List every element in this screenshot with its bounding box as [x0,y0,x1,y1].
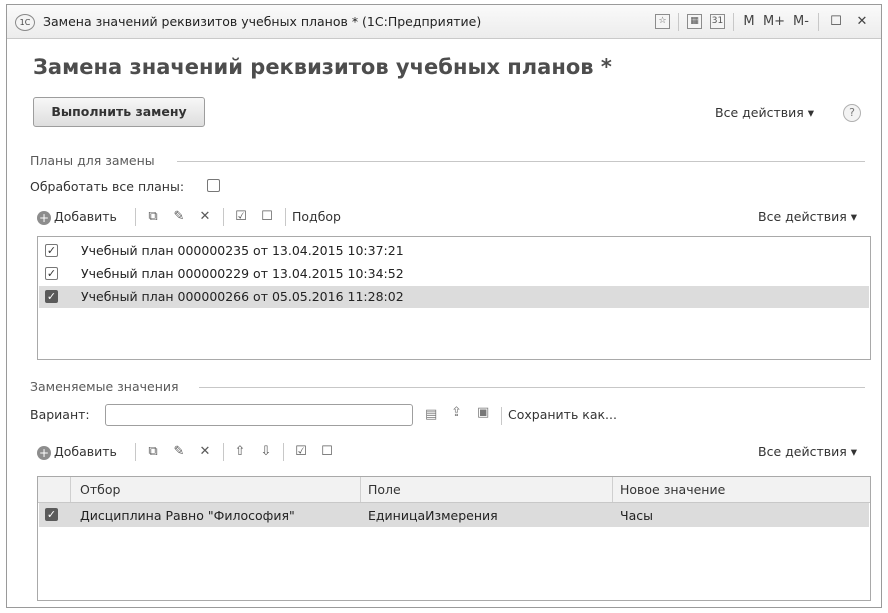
table-header: Отбор Поле Новое значение [38,477,870,503]
column-header-field[interactable]: Поле [368,482,401,497]
save-icon[interactable]: ▣ [477,405,489,420]
toolbar-divider [283,443,284,461]
form-all-actions-menu[interactable]: Все действия ▾ [715,105,814,120]
move-down-icon[interactable]: ⇩ [256,441,276,463]
copy-icon[interactable]: ⧉ [143,441,163,463]
add-icon: + [37,445,51,460]
replace-all-actions-menu[interactable]: Все действия ▾ [758,444,857,459]
toolbar-divider [223,443,224,461]
list-item[interactable]: Учебный план 000000229 от 13.04.2015 10:… [39,263,869,285]
replace-add-button[interactable]: + Добавить [37,441,129,463]
uncheck-all-icon[interactable]: ☐ [317,441,337,463]
calculator-icon[interactable]: ▦ [687,14,702,29]
copy-icon[interactable]: ⧉ [143,206,163,228]
plan-label: Учебный план 000000266 от 05.05.2016 11:… [81,289,404,304]
group-divider [177,161,865,162]
group-divider [199,387,865,388]
uncheck-all-icon[interactable]: ☐ [257,206,277,228]
titlebar-divider [733,13,734,31]
add-icon: + [37,210,51,225]
list-item[interactable]: Учебный план 000000266 от 05.05.2016 11:… [39,286,869,308]
titlebar-divider [678,13,679,31]
open-settings-icon[interactable]: ⇪ [451,405,462,420]
toolbar-divider [501,407,502,425]
save-as-button[interactable]: Сохранить как... [508,407,617,422]
toolbar-divider [223,208,224,226]
plan-checkbox[interactable] [45,244,58,257]
memory-add-button[interactable]: M+ [762,11,786,32]
process-all-label: Обработать все планы: [30,179,185,194]
calendar-icon[interactable]: 31 [710,14,725,29]
process-all-checkbox[interactable] [207,179,220,192]
plans-add-button[interactable]: + Добавить [37,206,129,228]
document-icon[interactable]: ▤ [425,407,437,422]
app-window: 1С Замена значений реквизитов учебных пл… [6,4,882,608]
variant-label: Вариант: [30,407,90,422]
replace-group-title: Заменяемые значения [30,379,179,394]
column-header-filter[interactable]: Отбор [80,482,120,497]
edit-icon[interactable]: ✎ [169,441,189,463]
replace-table[interactable]: Отбор Поле Новое значение Дисциплина Рав… [37,476,871,601]
list-item[interactable]: Учебный план 000000235 от 13.04.2015 10:… [39,240,869,262]
title-bar: 1С Замена значений реквизитов учебных пл… [7,5,881,39]
move-up-icon[interactable]: ⇧ [230,441,250,463]
plan-label: Учебный план 000000229 от 13.04.2015 10:… [81,266,404,281]
column-divider [612,477,613,502]
help-icon[interactable]: ? [843,104,861,122]
variant-field[interactable] [105,404,413,426]
plans-all-actions-menu[interactable]: Все действия ▾ [758,209,857,224]
form-heading: Замена значений реквизитов учебных плано… [33,55,612,79]
cell-field: ЕдиницаИзмерения [368,508,498,523]
row-checkbox[interactable] [45,508,58,521]
bookmark-icon[interactable]: ☆ [655,14,670,29]
plans-group-title: Планы для замены [30,153,155,168]
plan-checkbox[interactable] [45,267,58,280]
column-divider [360,477,361,502]
check-all-icon[interactable]: ☑ [291,441,311,463]
close-icon[interactable]: ✕ [853,11,871,32]
column-divider [70,477,71,502]
check-all-icon[interactable]: ☑ [231,206,251,228]
memory-subtract-button[interactable]: M- [791,11,811,32]
app-logo-icon: 1С [15,14,35,31]
delete-icon[interactable]: ✕ [195,441,215,463]
delete-icon[interactable]: ✕ [195,206,215,228]
toolbar-divider [135,443,136,461]
table-row[interactable]: Дисциплина Равно "Философия" ЕдиницаИзме… [39,503,869,527]
memory-button[interactable]: M [741,11,757,32]
toolbar-divider [285,208,286,226]
titlebar-divider [818,13,819,31]
plans-list[interactable]: Учебный план 000000235 от 13.04.2015 10:… [37,236,871,360]
maximize-icon[interactable]: ☐ [827,11,845,32]
window-title: Замена значений реквизитов учебных плано… [43,14,482,29]
cell-new-value: Часы [620,508,653,523]
edit-icon[interactable]: ✎ [169,206,189,228]
plan-checkbox[interactable] [45,290,58,303]
run-replacement-button[interactable]: Выполнить замену [33,97,205,127]
toolbar-divider [135,208,136,226]
pick-button[interactable]: Подбор [292,206,352,228]
plan-label: Учебный план 000000235 от 13.04.2015 10:… [81,243,404,258]
column-header-new-value[interactable]: Новое значение [620,482,725,497]
cell-filter: Дисциплина Равно "Философия" [80,508,295,523]
